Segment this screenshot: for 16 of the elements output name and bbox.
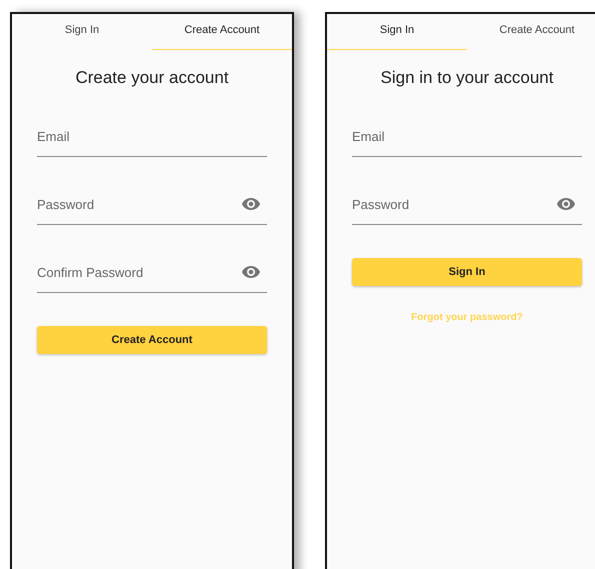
tab[interactable]: Sign In: [12, 14, 152, 50]
submit-button[interactable]: Sign In: [352, 258, 582, 286]
eye-icon[interactable]: [556, 197, 576, 211]
input-field[interactable]: Email: [37, 128, 267, 144]
eye-icon[interactable]: [241, 265, 261, 279]
screen-heading: Sign in to your account: [380, 68, 554, 88]
eye-icon[interactable]: [241, 197, 261, 211]
input-field[interactable]: Confirm Password: [37, 264, 241, 280]
submit-button[interactable]: Create Account: [37, 326, 267, 354]
tab[interactable]: Create Account: [152, 14, 292, 50]
input-field[interactable]: Password: [37, 196, 241, 212]
tab[interactable]: Sign In: [327, 14, 467, 50]
input-field[interactable]: Password: [352, 196, 556, 212]
screen-heading: Create your account: [74, 68, 230, 88]
input-field[interactable]: Email: [352, 128, 582, 144]
tab[interactable]: Create Account: [467, 14, 595, 50]
